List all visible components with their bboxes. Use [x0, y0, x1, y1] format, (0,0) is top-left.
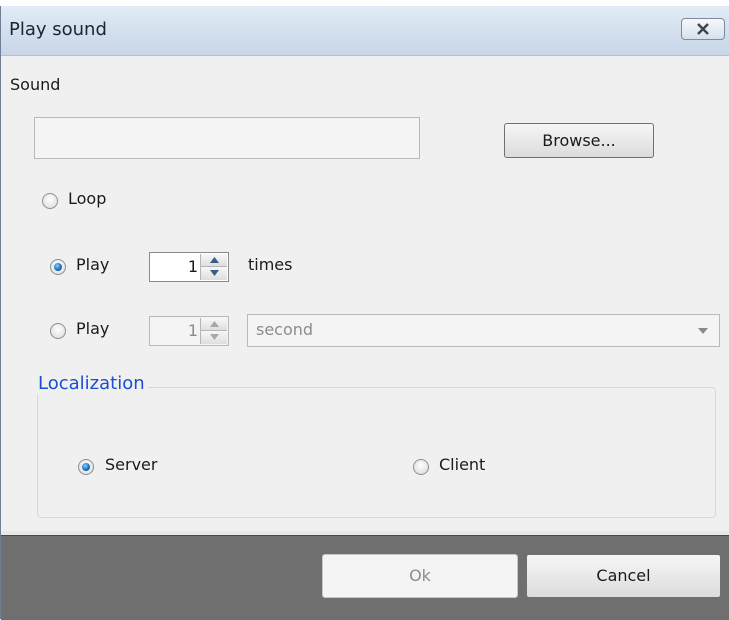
close-icon [697, 23, 709, 35]
increment-button[interactable] [201, 318, 227, 331]
chevron-down-icon [698, 328, 708, 334]
arrow-up-icon [210, 257, 219, 263]
cancel-button[interactable]: Cancel [526, 554, 721, 598]
play-duration-value: 1 [187, 321, 198, 340]
loop-label: Loop [68, 189, 107, 208]
play-sound-dialog: Play sound Sound Browse... Loop Play 1 t… [0, 6, 729, 620]
localization-group: Localization [35, 373, 716, 518]
localization-legend: Localization [35, 373, 148, 394]
browse-button[interactable]: Browse... [504, 123, 654, 158]
duration-unit-value: second [256, 320, 314, 339]
client-label: Client [439, 455, 486, 474]
title-bar: Play sound [1, 6, 729, 56]
play-duration-stepper[interactable]: 1 [149, 316, 229, 346]
times-label: times [248, 255, 293, 274]
arrow-up-icon [210, 321, 219, 327]
close-button[interactable] [681, 18, 725, 40]
server-label: Server [105, 455, 158, 474]
window-title: Play sound [9, 19, 107, 40]
arrow-down-icon [210, 334, 219, 340]
ok-button[interactable]: Ok [322, 554, 518, 598]
decrement-button[interactable] [201, 331, 227, 344]
play-duration-radio[interactable] [50, 323, 66, 339]
increment-button[interactable] [201, 254, 227, 267]
duration-unit-select[interactable]: second [247, 314, 720, 347]
sound-label: Sound [10, 75, 61, 94]
play-times-radio[interactable] [50, 259, 66, 275]
play-times-stepper[interactable]: 1 [149, 252, 229, 282]
server-radio[interactable] [78, 459, 94, 475]
client-radio[interactable] [413, 459, 429, 475]
sound-path-field[interactable] [34, 117, 420, 159]
play-duration-label: Play [76, 319, 110, 338]
loop-radio[interactable] [42, 193, 58, 209]
decrement-button[interactable] [201, 267, 227, 280]
dialog-footer: Ok Cancel [1, 535, 729, 620]
play-times-value: 1 [187, 257, 198, 276]
arrow-down-icon [210, 270, 219, 276]
play-times-label: Play [76, 255, 110, 274]
